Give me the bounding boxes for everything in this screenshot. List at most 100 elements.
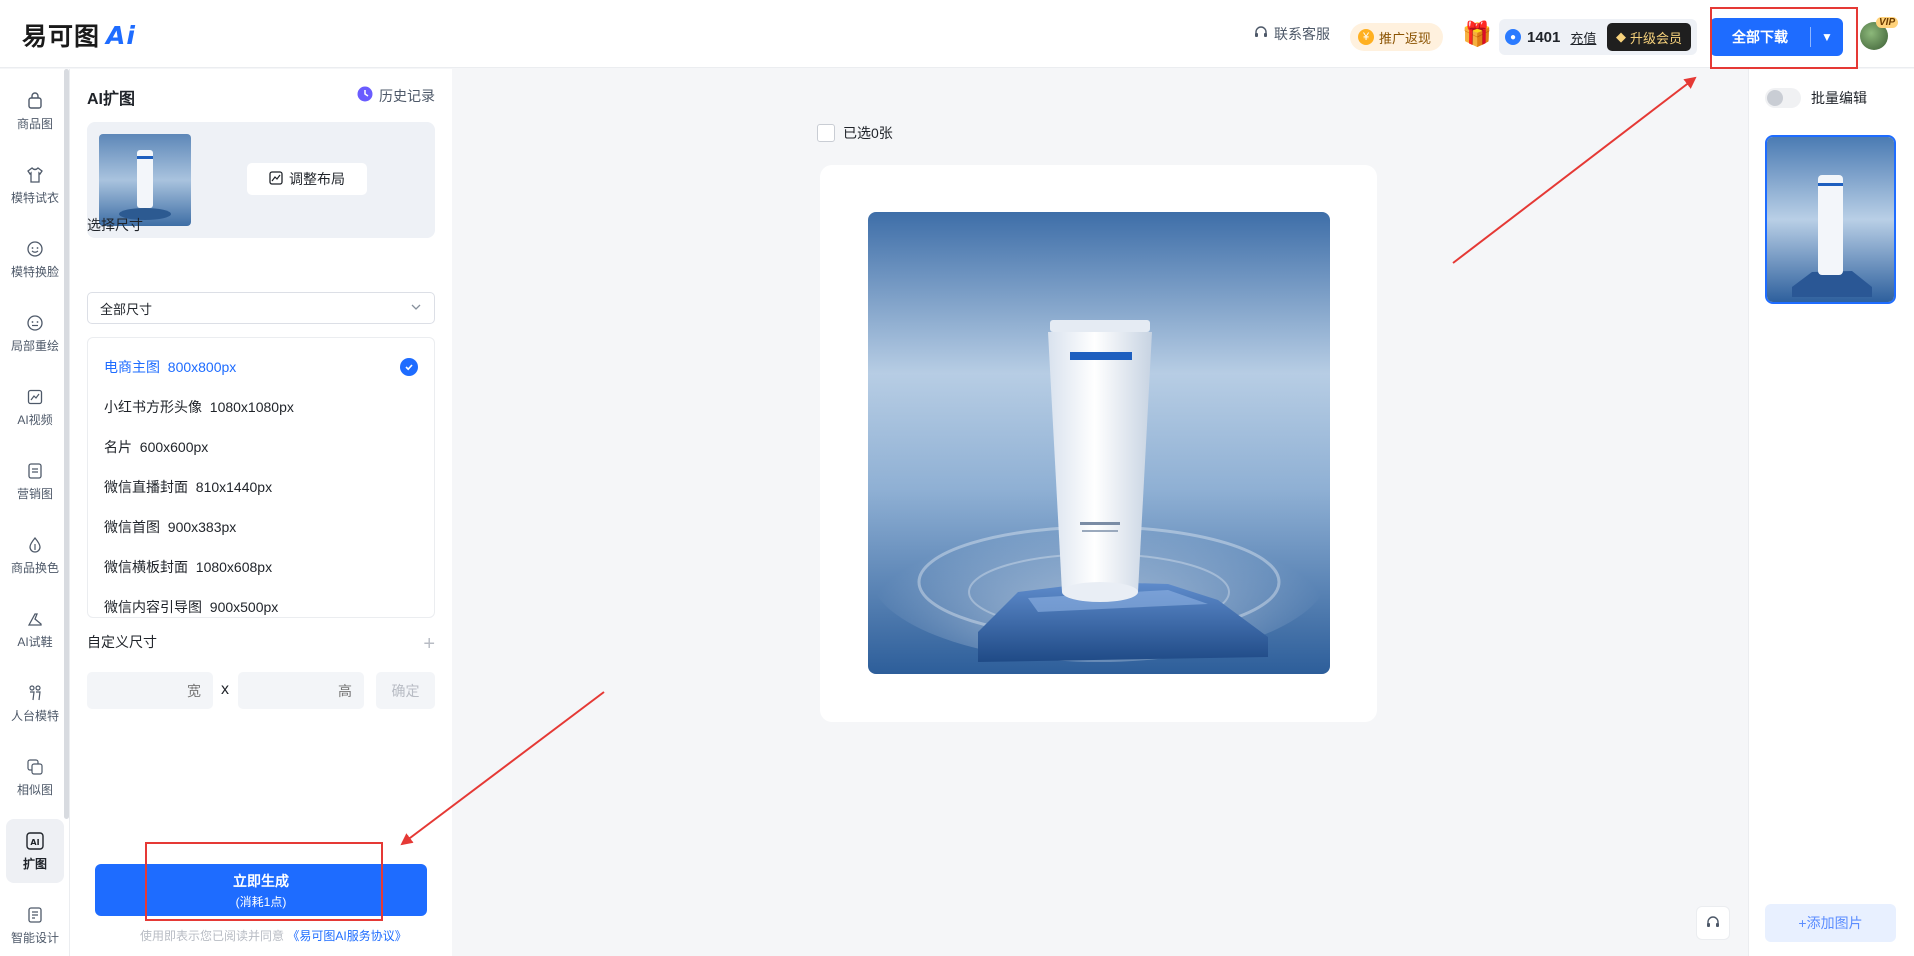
similar-icon	[25, 757, 45, 777]
select-all-checkbox[interactable]	[817, 124, 835, 142]
coin-icon: ¥	[1358, 29, 1374, 45]
result-image[interactable]	[868, 212, 1330, 674]
left-nav: 商品图 模特试衣 模特换脸 局部重绘 AI视频 营销图 商品换色 AI试鞋 人台…	[0, 69, 70, 956]
contact-support-link[interactable]: 联系客服	[1254, 0, 1330, 68]
size-option-text: 微信首图 900x383px	[104, 517, 236, 537]
promo-label: 推广返现	[1379, 30, 1432, 46]
times-sign: x	[221, 681, 229, 698]
size-name: 微信内容引导图	[104, 599, 202, 615]
top-header: 易可图 Ai 联系客服 ¥ 推广返现 🎁 ● 1401 充值 ◆ 升级会员 全部…	[0, 0, 1914, 68]
nav-item-product-image[interactable]: 商品图	[6, 79, 64, 143]
nav-item-ai-shoe[interactable]: AI试鞋	[6, 597, 64, 661]
select-all-row: 已选0张	[817, 123, 893, 143]
expand-ai-icon: AI	[25, 831, 45, 851]
recharge-link[interactable]: 充值	[1570, 28, 1596, 47]
adjust-layout-button[interactable]: 调整布局	[247, 163, 367, 195]
size-option-wechat-landscape[interactable]: 微信横板封面 1080x608px	[88, 547, 434, 587]
height-input[interactable]	[238, 672, 364, 709]
select-size-label: 选择尺寸	[87, 217, 143, 233]
upgrade-vip-label: 升级会员	[1629, 30, 1682, 46]
face-icon	[25, 239, 45, 259]
generate-cost: (消耗1点)	[235, 894, 287, 909]
nav-label: 模特试衣	[10, 190, 59, 205]
nav-item-expand[interactable]: AI 扩图	[6, 819, 64, 883]
size-option-text: 微信内容引导图 900x500px	[104, 597, 278, 617]
nav-item-model-tryon[interactable]: 模特试衣	[6, 153, 64, 217]
size-dims: 900x500px	[209, 599, 279, 615]
chevron-down-icon[interactable]: ▼	[1811, 30, 1843, 44]
size-option-wechat-header[interactable]: 微信首图 900x383px	[88, 507, 434, 547]
size-select-value: 全部尺寸	[100, 301, 153, 317]
generate-button[interactable]: 立即生成 (消耗1点)	[95, 864, 427, 916]
vip-badge: VIP	[1876, 17, 1899, 28]
size-category-select[interactable]: 全部尺寸	[87, 292, 435, 324]
headset-icon	[1254, 25, 1268, 43]
nav-item-face-swap[interactable]: 模特换脸	[6, 227, 64, 291]
nav-label: 智能设计	[10, 930, 59, 945]
chevron-down-icon	[410, 301, 422, 316]
logo[interactable]: 易可图 Ai	[22, 20, 136, 52]
nav-item-mannequin[interactable]: 人台模特	[6, 671, 64, 735]
promo-cashback-button[interactable]: ¥ 推广返现	[1350, 23, 1444, 51]
batch-edit-row: 批量编辑	[1765, 88, 1867, 108]
nav-label: 商品换色	[10, 560, 59, 575]
nav-label: 商品图	[16, 116, 53, 131]
face-edit-icon	[25, 313, 45, 333]
plus-icon[interactable]: +	[423, 633, 435, 656]
agreement-prefix: 使用即表示您已阅读并同意	[140, 929, 285, 943]
svg-text:AI: AI	[30, 838, 39, 847]
upgrade-vip-button[interactable]: ◆ 升级会员	[1606, 23, 1691, 51]
nav-label: 人台模特	[10, 708, 59, 723]
size-option-xiaohongshu[interactable]: 小红书方形头像 1080x1080px	[88, 387, 434, 427]
history-link[interactable]: 历史记录	[356, 85, 435, 106]
generate-label: 立即生成	[233, 872, 289, 889]
points-icon: ●	[1505, 29, 1521, 45]
adjust-layout-label: 调整布局	[289, 171, 345, 187]
nav-item-recolor[interactable]: 商品换色	[6, 523, 64, 587]
download-all-button[interactable]: 全部下载 ▼	[1710, 18, 1843, 56]
batch-edit-toggle[interactable]	[1765, 88, 1801, 108]
nav-item-marketing-image[interactable]: 营销图	[6, 449, 64, 513]
size-name: 微信首图	[104, 519, 160, 535]
agreement-text: 使用即表示您已阅读并同意 《易可图AI服务协议》	[140, 927, 407, 944]
logo-ai: Ai	[106, 20, 136, 50]
nav-label: 相似图	[16, 782, 53, 797]
size-list: 电商主图 800x800px 小红书方形头像 1080x1080px 名片 60…	[87, 337, 435, 618]
confirm-size-button[interactable]: 确定	[376, 672, 435, 709]
nav-label: AI试鞋	[17, 634, 53, 649]
agreement-link[interactable]: 《易可图AI服务协议》	[287, 929, 406, 943]
add-image-button[interactable]: +添加图片	[1765, 904, 1896, 942]
source-thumbnail[interactable]	[99, 134, 191, 226]
download-all-label: 全部下载	[1732, 29, 1788, 45]
gift-icon[interactable]: 🎁	[1462, 0, 1492, 68]
size-name: 微信直播封面	[104, 479, 188, 495]
settings-panel: AI扩图 历史记录 调整布局 选择尺寸 全部尺寸 电商主图 800x800px …	[70, 69, 452, 956]
poster-icon	[25, 461, 45, 481]
size-name: 名片	[104, 439, 132, 455]
size-dims: 1080x608px	[195, 559, 273, 575]
result-image-card	[820, 165, 1377, 722]
nav-item-similar[interactable]: 相似图	[6, 745, 64, 809]
diamond-icon: ◆	[1615, 29, 1626, 44]
bag-icon	[25, 91, 45, 111]
headset-icon[interactable]	[1696, 906, 1730, 940]
image-thumbnail[interactable]	[1765, 135, 1896, 304]
width-input[interactable]	[87, 672, 213, 709]
size-option-text: 微信直播封面 810x1440px	[104, 477, 272, 497]
size-option-business-card[interactable]: 名片 600x600px	[88, 427, 434, 467]
size-dims: 810x1440px	[195, 479, 273, 495]
drop-icon	[25, 535, 45, 555]
size-option-ecommerce[interactable]: 电商主图 800x800px	[88, 347, 434, 387]
size-option-wechat-guide[interactable]: 微信内容引导图 900x500px	[88, 587, 434, 617]
size-dims: 600x600px	[139, 439, 209, 455]
nav-scrollbar[interactable]	[64, 69, 69, 819]
logo-text: 易可图	[22, 22, 101, 51]
design-icon	[25, 905, 45, 925]
nav-item-smart-design[interactable]: 智能设计	[6, 893, 64, 956]
batch-edit-label: 批量编辑	[1811, 90, 1867, 106]
nav-item-partial-redraw[interactable]: 局部重绘	[6, 301, 64, 365]
selected-count: 已选0张	[843, 125, 893, 141]
size-option-wechat-live[interactable]: 微信直播封面 810x1440px	[88, 467, 434, 507]
nav-item-ai-video[interactable]: AI视频	[6, 375, 64, 439]
size-dims: 1080x1080px	[209, 399, 294, 415]
